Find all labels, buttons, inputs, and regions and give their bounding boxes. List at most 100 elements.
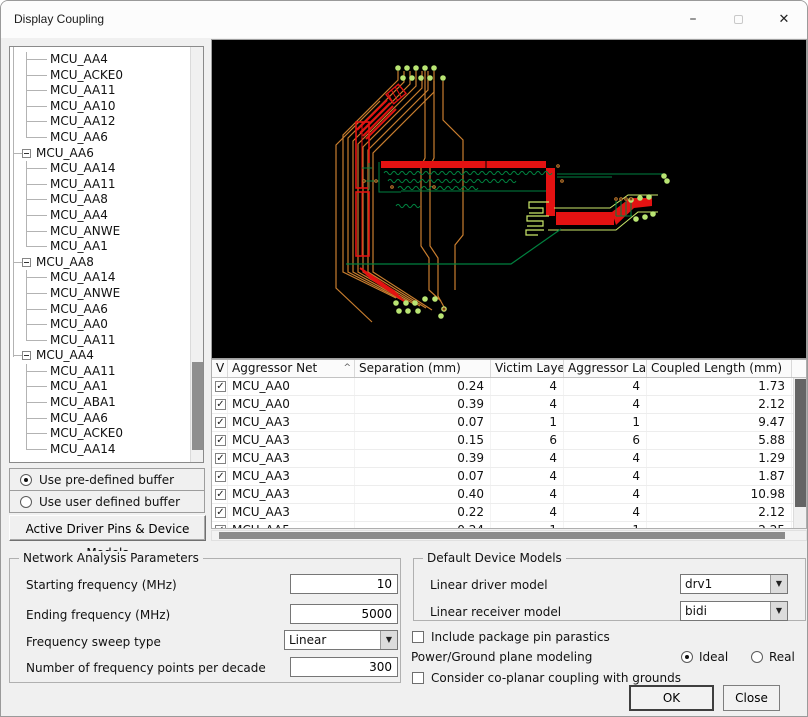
table-horizontal-scrollbar[interactable] xyxy=(211,530,807,541)
table-row[interactable]: ✓MCU_AA00.39442.12 xyxy=(212,396,806,414)
tree-item[interactable]: MCU_AA8 xyxy=(10,192,189,208)
table-hscrollbar-thumb[interactable] xyxy=(219,532,785,539)
chevron-down-icon[interactable]: ▼ xyxy=(380,631,397,649)
tree-item[interactable]: MCU_ACKE0 xyxy=(10,68,189,84)
linear-driver-model-select[interactable]: drv1 ▼ xyxy=(680,574,788,594)
table-vertical-scrollbar[interactable] xyxy=(793,378,806,528)
table-row[interactable]: ✓MCU_AA30.404410.98 xyxy=(212,486,806,504)
tree-connector xyxy=(26,90,47,91)
chevron-down-icon[interactable]: ▼ xyxy=(770,575,787,593)
tree-item[interactable]: MCU_ACKE0 xyxy=(10,426,189,442)
frequency-points-input[interactable] xyxy=(290,657,398,677)
tree-item[interactable]: MCU_AA1 xyxy=(10,379,189,395)
column-header[interactable]: Coupled Length (mm) xyxy=(647,360,792,377)
visible-checkbox[interactable]: ✓ xyxy=(215,417,226,428)
table-row[interactable]: ✓MCU_AA50.24112.25 xyxy=(212,522,806,529)
include-package-checkbox[interactable] xyxy=(412,631,424,643)
tree-item[interactable]: MCU_AA0 xyxy=(10,317,189,333)
tree-item[interactable]: MCU_AA4 xyxy=(10,208,189,224)
table-row[interactable]: ✓MCU_AA30.07441.87 xyxy=(212,468,806,486)
victim-layer-cell: 6 xyxy=(491,432,564,449)
collapse-icon[interactable] xyxy=(22,258,31,267)
table-row[interactable]: ✓MCU_AA30.39441.29 xyxy=(212,450,806,468)
tree-connector xyxy=(26,106,47,107)
table-row[interactable]: ✓MCU_AA30.07119.47 xyxy=(212,414,806,432)
active-driver-pins-button[interactable]: Active Driver Pins & Device Models xyxy=(9,515,206,541)
tree-item[interactable]: MCU_AA14 xyxy=(10,442,189,458)
close-button[interactable]: Close xyxy=(723,685,780,711)
tree-item[interactable]: MCU_AA1 xyxy=(10,239,189,255)
tree-item[interactable]: MCU_AA8 xyxy=(10,255,189,271)
tree-scrollbar-thumb[interactable] xyxy=(192,362,203,450)
tree-item[interactable]: MCU_AA11 xyxy=(10,333,189,349)
visible-checkbox[interactable]: ✓ xyxy=(215,399,226,410)
tree-item[interactable]: MCU_AA6 xyxy=(10,130,189,146)
minimize-icon[interactable]: – xyxy=(672,1,714,38)
tree-item[interactable]: MCU_AA12 xyxy=(10,114,189,130)
frequency-sweep-type-select[interactable]: Linear ▼ xyxy=(284,630,398,650)
device-models-group: Default Device Models Linear driver mode… xyxy=(413,558,806,621)
tree-item[interactable]: MCU_AA10 xyxy=(10,99,189,115)
tree-connector xyxy=(26,340,47,341)
radio-icon[interactable] xyxy=(20,496,32,508)
tree-connector xyxy=(26,324,47,325)
linear-receiver-model-select[interactable]: bidi ▼ xyxy=(680,601,788,621)
tree-item[interactable]: MCU_AA11 xyxy=(10,364,189,380)
predefined-buffer-option[interactable]: Use pre-defined buffer model xyxy=(9,468,205,491)
tree-item[interactable]: MCU_ANWE xyxy=(10,224,189,240)
tree-item[interactable]: MCU_AA4 xyxy=(10,348,189,364)
tree-item[interactable]: MCU_AA14 xyxy=(10,270,189,286)
victim-layer-cell: 1 xyxy=(491,414,564,431)
coupling-table[interactable]: VAggressor Net^Separation (mm)Victim Lay… xyxy=(211,359,807,529)
tree-item[interactable]: MCU_AA14 xyxy=(10,161,189,177)
ideal-radio[interactable] xyxy=(681,651,693,663)
radio-icon[interactable] xyxy=(20,474,32,486)
tree-item[interactable]: MCU_AA6 xyxy=(10,146,189,162)
frequency-sweep-type-label: Frequency sweep type xyxy=(26,635,161,649)
tree-item[interactable]: MCU_AA4 xyxy=(10,52,189,68)
column-header[interactable]: V xyxy=(212,360,228,377)
visible-checkbox[interactable]: ✓ xyxy=(215,381,226,392)
tree-item[interactable]: MCU_ANWE xyxy=(10,286,189,302)
tree-item[interactable]: MCU_AA6 xyxy=(10,302,189,318)
visible-checkbox[interactable]: ✓ xyxy=(215,453,226,464)
chevron-down-icon[interactable]: ▼ xyxy=(770,602,787,620)
column-header[interactable]: Aggressor Layer xyxy=(564,360,647,377)
table-scrollbar-thumb[interactable] xyxy=(795,379,806,507)
column-header[interactable]: Separation (mm) xyxy=(355,360,491,377)
visible-checkbox[interactable]: ✓ xyxy=(215,489,226,500)
visible-checkbox[interactable]: ✓ xyxy=(215,471,226,482)
visible-checkbox[interactable]: ✓ xyxy=(215,435,226,446)
tree-item[interactable]: MCU_ABA1 xyxy=(10,395,189,411)
table-row[interactable]: ✓MCU_AA30.15665.88 xyxy=(212,432,806,450)
coplanar-coupling-checkbox[interactable] xyxy=(412,672,424,684)
separation-cell: 0.07 xyxy=(355,414,491,431)
tree-item[interactable]: MCU_AA6 xyxy=(10,411,189,427)
tree-item-label: MCU_ANWE xyxy=(50,286,120,302)
starting-frequency-input[interactable] xyxy=(290,574,398,594)
tree-item-label: MCU_AA14 xyxy=(50,270,116,286)
pcb-layout-viewer[interactable] xyxy=(211,39,807,359)
column-header[interactable]: Aggressor Net^ xyxy=(228,360,355,377)
real-radio[interactable] xyxy=(751,651,763,663)
close-icon[interactable]: ✕ xyxy=(763,1,805,38)
visible-checkbox[interactable]: ✓ xyxy=(215,525,226,529)
tree-item[interactable]: MCU_AA11 xyxy=(10,177,189,193)
coupled-length-cell: 9.47 xyxy=(647,414,792,431)
column-header[interactable]: Victim Layer xyxy=(491,360,564,377)
collapse-icon[interactable] xyxy=(22,351,31,360)
tree-vertical-scrollbar[interactable] xyxy=(190,47,203,462)
tree-item-label: MCU_AA11 xyxy=(50,364,116,380)
table-row[interactable]: ✓MCU_AA30.22442.12 xyxy=(212,504,806,522)
tree-item[interactable]: MCU_AA11 xyxy=(10,83,189,99)
ending-frequency-input[interactable] xyxy=(290,604,398,624)
visible-checkbox[interactable]: ✓ xyxy=(215,507,226,518)
userdefined-buffer-option[interactable]: Use user defined buffer model xyxy=(9,490,205,513)
collapse-icon[interactable] xyxy=(22,149,31,158)
ok-button[interactable]: OK xyxy=(629,685,714,711)
aggressor-layer-cell: 4 xyxy=(564,504,647,521)
title-bar[interactable]: Display Coupling – ✕ xyxy=(1,1,807,38)
net-tree[interactable]: MCU_AA4MCU_ACKE0MCU_AA11MCU_AA10MCU_AA12… xyxy=(9,46,204,463)
table-row[interactable]: ✓MCU_AA00.24441.73 xyxy=(212,378,806,396)
real-radio-label: Real xyxy=(769,650,795,664)
